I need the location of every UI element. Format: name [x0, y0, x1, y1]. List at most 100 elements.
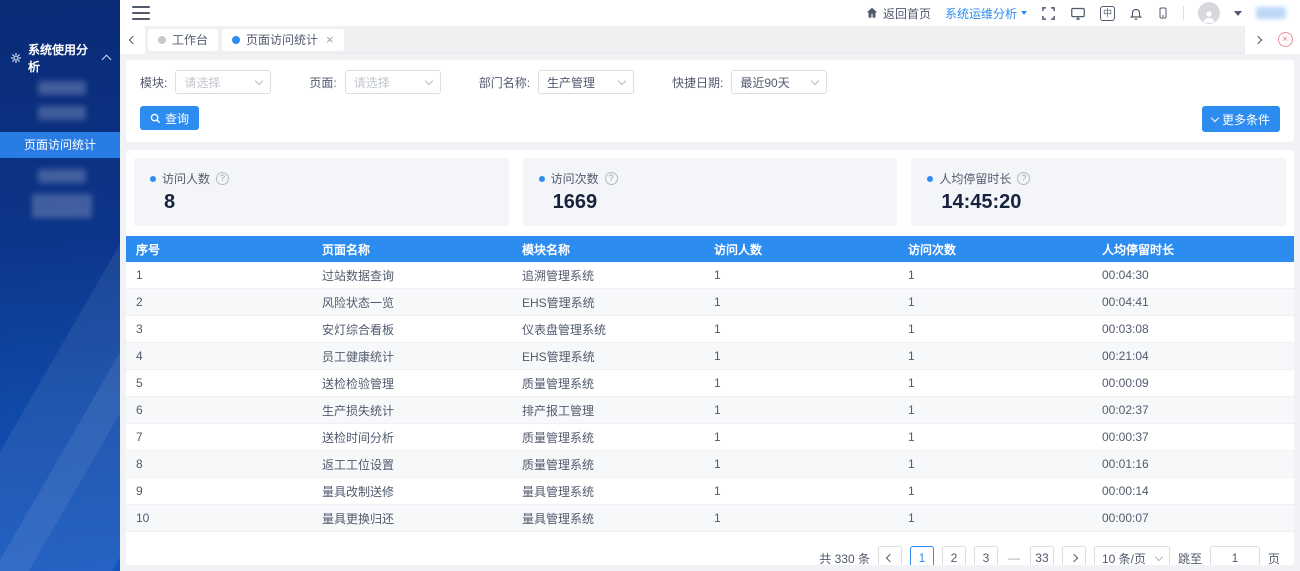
- page-button-3[interactable]: 3: [974, 546, 998, 565]
- chevron-down-icon: [255, 76, 263, 84]
- prev-page-button[interactable]: [878, 546, 902, 565]
- pagination-ellipsis[interactable]: —: [1006, 551, 1022, 565]
- table-row[interactable]: 1过站数据查询追溯管理系统1100:04:30: [126, 262, 1294, 289]
- tabs-scroll-left-button[interactable]: [120, 26, 146, 54]
- table-cell: 质量管理系统: [512, 456, 704, 473]
- page-button-last[interactable]: 33: [1030, 546, 1054, 565]
- stat-value: 14:45:20: [927, 191, 1270, 214]
- home-icon: [865, 6, 879, 20]
- person-icon: [1201, 8, 1217, 24]
- stat-card-avg-duration: 人均停留时长 ? 14:45:20: [911, 158, 1286, 226]
- table-cell: 00:01:16: [1092, 457, 1294, 471]
- table-cell: 1: [898, 430, 1092, 444]
- tab-page-visit-stats[interactable]: 页面访问统计 ×: [222, 29, 344, 51]
- table-row[interactable]: 5送检检验管理质量管理系统1100:00:09: [126, 370, 1294, 397]
- tab-label: 工作台: [172, 31, 208, 48]
- chevron-down-icon: [1021, 11, 1027, 15]
- table-cell: 1: [898, 349, 1092, 363]
- table-row[interactable]: 8返工工位设置质量管理系统1100:01:16: [126, 451, 1294, 478]
- page-size-select[interactable]: 10 条/页: [1094, 546, 1170, 565]
- column-header: 人均停留时长: [1092, 241, 1294, 258]
- gear-icon: [10, 52, 22, 64]
- table-cell: 3: [126, 322, 312, 336]
- filter-panel: 模块: 请选择 页面: 请选择 部门名称: 生产管理: [126, 60, 1294, 142]
- fullscreen-icon[interactable]: [1041, 6, 1056, 21]
- table-row[interactable]: 2风险状态一览EHS管理系统1100:04:41: [126, 289, 1294, 316]
- chevron-down-icon: [424, 76, 432, 84]
- module-select[interactable]: 请选择: [175, 70, 271, 94]
- table-row[interactable]: 6生产损失统计排产报工管理1100:02:37: [126, 397, 1294, 424]
- sidebar-item-redacted[interactable]: [38, 106, 86, 120]
- sidebar-item-page-visit-stats[interactable]: 页面访问统计: [0, 132, 120, 158]
- next-page-button[interactable]: [1062, 546, 1086, 565]
- monitor-icon[interactable]: [1070, 6, 1086, 21]
- user-avatar[interactable]: [1198, 2, 1220, 24]
- table-cell: 5: [126, 376, 312, 390]
- language-glyph: 中: [1103, 8, 1112, 18]
- hamburger-menu-icon[interactable]: [132, 6, 150, 20]
- page-button-2[interactable]: 2: [942, 546, 966, 565]
- sidebar-item-redacted[interactable]: [32, 194, 92, 218]
- page-button-1[interactable]: 1: [910, 546, 934, 565]
- page-visit-table: 序号页面名称模块名称访问人数访问次数人均停留时长 1过站数据查询追溯管理系统11…: [126, 236, 1294, 532]
- table-cell: 00:00:07: [1092, 511, 1294, 525]
- table-row[interactable]: 7送检时间分析质量管理系统1100:00:37: [126, 424, 1294, 451]
- sidebar-item-redacted[interactable]: [38, 169, 86, 183]
- table-cell: 1: [898, 511, 1092, 525]
- stat-cards: 访问人数 ? 8 访问次数 ? 1669 人均停留时: [126, 150, 1294, 236]
- page-size-value: 10 条/页: [1102, 550, 1146, 566]
- tab-label: 页面访问统计: [246, 31, 318, 48]
- table-row[interactable]: 9量具改制送修量具管理系统1100:00:14: [126, 478, 1294, 505]
- department-select[interactable]: 生产管理: [538, 70, 634, 94]
- system-menu-dropdown[interactable]: 系统运维分析: [945, 5, 1027, 22]
- stat-value: 1669: [539, 191, 882, 214]
- filter-module: 模块: 请选择: [140, 70, 271, 94]
- help-icon[interactable]: ?: [216, 172, 229, 185]
- search-button[interactable]: 查询: [140, 106, 199, 130]
- chevron-down-icon: [1211, 113, 1219, 121]
- date-range-select[interactable]: 最近90天: [731, 70, 827, 94]
- filter-label: 模块:: [140, 74, 167, 91]
- table-cell: 1: [704, 511, 898, 525]
- filter-label: 快捷日期:: [672, 74, 723, 91]
- tabs-scroll-right-button[interactable]: [1244, 26, 1270, 54]
- more-conditions-button[interactable]: 更多条件: [1202, 106, 1280, 132]
- table-cell: 量具管理系统: [512, 483, 704, 500]
- jump-page-input[interactable]: [1210, 546, 1260, 565]
- top-header: 返回首页 系统运维分析 中: [120, 0, 1300, 26]
- table-row[interactable]: 3安灯综合看板仪表盘管理系统1100:03:08: [126, 316, 1294, 343]
- table-cell: 1: [704, 457, 898, 471]
- sidebar-item-redacted[interactable]: [38, 81, 86, 95]
- help-icon[interactable]: ?: [1017, 172, 1030, 185]
- language-icon[interactable]: 中: [1100, 6, 1115, 21]
- stat-label: 访问次数: [551, 170, 599, 187]
- bell-icon[interactable]: [1129, 6, 1143, 21]
- close-all-tabs-icon[interactable]: ×: [1278, 32, 1293, 47]
- table-row[interactable]: 10量具更换归还量具管理系统1100:00:07: [126, 505, 1294, 532]
- chevron-right-icon: [1070, 554, 1078, 562]
- total-count: 共 330 条: [819, 550, 870, 566]
- tab-close-icon[interactable]: ×: [326, 32, 334, 47]
- right-gutter: [1294, 54, 1300, 571]
- filter-row: 模块: 请选择 页面: 请选择 部门名称: 生产管理: [140, 70, 1280, 94]
- chevron-down-icon: [1155, 552, 1163, 560]
- home-button[interactable]: 返回首页: [865, 5, 931, 22]
- table-row[interactable]: 4员工健康统计EHS管理系统1100:21:04: [126, 343, 1294, 370]
- sidebar-group-system-usage[interactable]: 系统使用分析: [0, 46, 120, 70]
- table-cell: 质量管理系统: [512, 429, 704, 446]
- tab-workbench[interactable]: 工作台: [148, 29, 218, 51]
- table-cell: 7: [126, 430, 312, 444]
- mobile-icon[interactable]: [1157, 5, 1169, 21]
- sidebar-group-label: 系统使用分析: [28, 41, 97, 75]
- table-cell: 质量管理系统: [512, 375, 704, 392]
- filter-label: 部门名称:: [479, 74, 530, 91]
- table-cell: 送检检验管理: [312, 375, 512, 392]
- chevron-right-icon: [1253, 35, 1261, 43]
- chevron-left-icon: [886, 554, 894, 562]
- help-icon[interactable]: ?: [605, 172, 618, 185]
- table-cell: 00:02:37: [1092, 403, 1294, 417]
- stat-label: 访问人数: [162, 170, 210, 187]
- page-select[interactable]: 请选择: [345, 70, 441, 94]
- table-cell: 仪表盘管理系统: [512, 321, 704, 338]
- user-menu-caret-icon[interactable]: [1234, 11, 1242, 16]
